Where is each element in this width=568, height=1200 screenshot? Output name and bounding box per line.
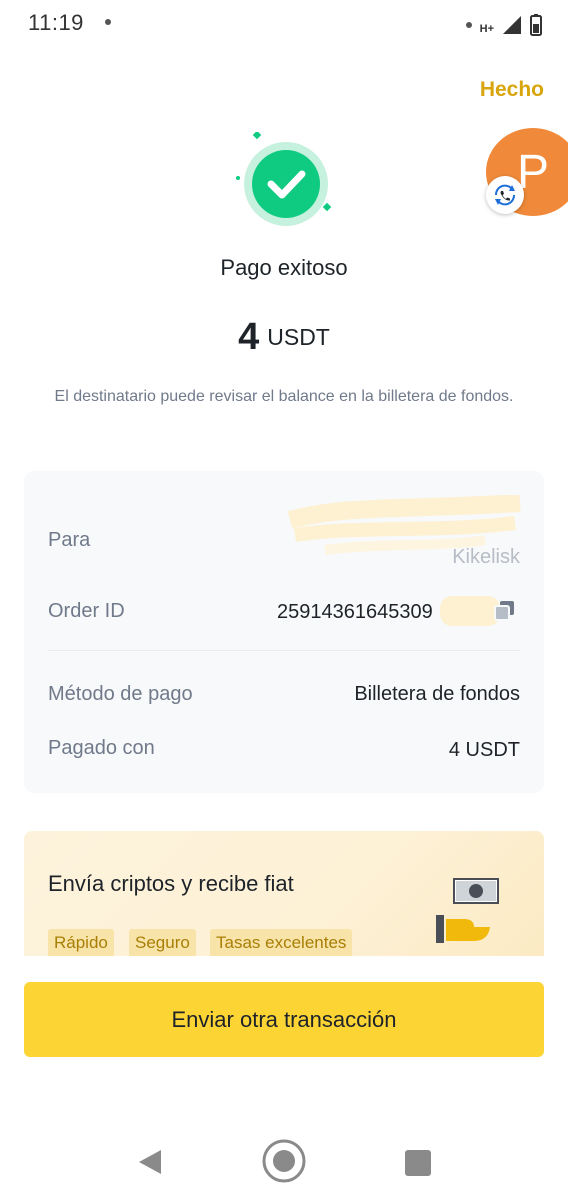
- recent-apps-icon[interactable]: [405, 1150, 431, 1176]
- amount-value: 4: [238, 316, 260, 358]
- to-value: Kikelisk: [452, 546, 520, 568]
- details-divider: [48, 650, 520, 651]
- notification-dot: [105, 19, 111, 25]
- promo-tag: Rápido: [48, 929, 114, 956]
- promo-banner[interactable]: Envía criptos y recibe fiat Rápido Segur…: [24, 831, 544, 956]
- done-button[interactable]: Hecho: [480, 78, 544, 102]
- order-id-redaction: [440, 596, 500, 626]
- payment-amount: 4 USDT: [0, 316, 568, 359]
- phone-sync-badge[interactable]: [486, 176, 524, 214]
- page-title: Pago exitoso: [220, 255, 348, 280]
- to-label: Para: [48, 529, 91, 551]
- battery-icon: [530, 14, 542, 36]
- phone-sync-icon: [494, 184, 516, 206]
- promo-tag: Seguro: [129, 929, 196, 956]
- network-type: H+: [479, 23, 494, 35]
- success-check-icon: [236, 132, 332, 226]
- cash-hand-icon: [436, 878, 499, 943]
- payment-method-label: Método de pago: [48, 683, 193, 705]
- status-icons: H+: [465, 12, 542, 38]
- notification-dot-right: [465, 22, 472, 28]
- amount-currency: USDT: [267, 324, 330, 350]
- order-id-value: 25914361645309: [277, 601, 433, 623]
- home-nav-icon[interactable]: [261, 1138, 307, 1184]
- promo-title: Envía criptos y recibe fiat: [48, 871, 294, 896]
- result-description: El destinatario puede revisar el balance…: [54, 388, 514, 405]
- send-another-button[interactable]: Enviar otra transacción: [24, 982, 544, 1057]
- payment-method-value: Billetera de fondos: [354, 683, 520, 705]
- signal-icon: [503, 16, 521, 34]
- paid-with-value: 4 USDT: [448, 739, 520, 761]
- promo-tag: Tasas excelentes: [210, 929, 353, 956]
- back-nav-icon[interactable]: [135, 1146, 167, 1178]
- paid-with-label: Pagado con: [48, 737, 155, 759]
- copy-icon[interactable]: [494, 600, 516, 622]
- order-id-label: Order ID: [48, 600, 125, 622]
- status-time: 11:19: [28, 10, 84, 35]
